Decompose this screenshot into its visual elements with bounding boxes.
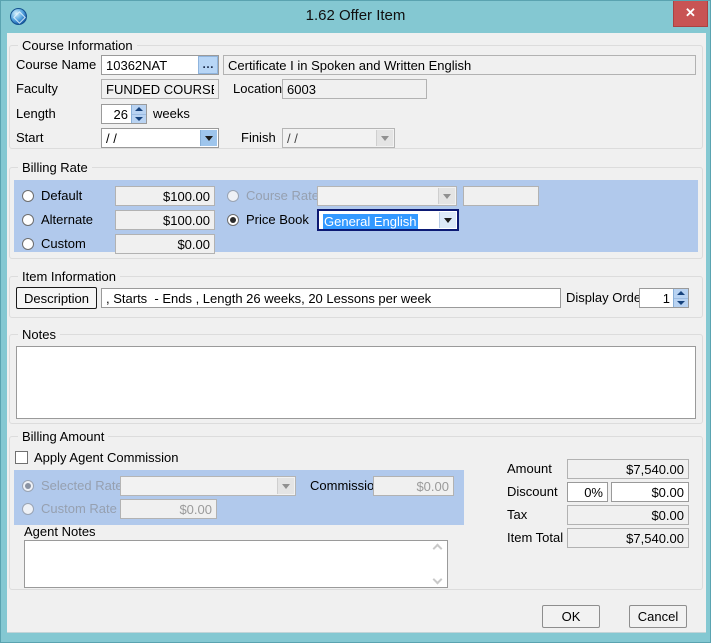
chevron-down-icon [376, 130, 393, 146]
scroll-down-icon[interactable] [433, 575, 443, 585]
billing-amount-title: Billing Amount [18, 429, 108, 444]
course-name-label: Course Name [16, 55, 96, 75]
billing-rate-panel: Default Alternate Custom Course Rates Pr… [14, 180, 698, 252]
length-input[interactable] [102, 105, 130, 123]
custom-rate-billing-radio[interactable] [22, 238, 34, 250]
finish-label: Finish [241, 128, 276, 148]
location-label: Location [233, 79, 282, 99]
custom-rate-label: Custom Rate [41, 499, 117, 519]
ok-button[interactable]: OK [542, 605, 600, 628]
offer-item-dialog: 1.62 Offer Item ✕ Course Information Cou… [0, 0, 711, 643]
length-unit-label: weeks [153, 104, 190, 124]
chevron-down-icon [277, 478, 294, 494]
description-button[interactable]: Description [16, 287, 97, 309]
price-book-combo[interactable]: General English [317, 209, 459, 231]
scroll-up-icon[interactable] [433, 544, 443, 554]
billing-amount-group: Billing Amount Apply Agent Commission Se… [9, 436, 703, 590]
billing-rate-title: Billing Rate [18, 160, 92, 175]
display-order-input[interactable] [640, 289, 672, 307]
agent-notes-textarea[interactable] [24, 540, 448, 588]
default-rate-label: Default [41, 186, 82, 206]
finish-date-value: / / [287, 131, 298, 146]
alternate-rate-radio[interactable] [22, 214, 34, 226]
discount-label: Discount [507, 482, 558, 502]
custom-rate-billing-label: Custom [41, 234, 86, 254]
course-information-group: Course Information Course Name … Faculty… [9, 45, 703, 149]
price-book-value: General English [323, 214, 418, 229]
tax-label: Tax [507, 505, 527, 525]
item-total-label: Item Total [507, 528, 563, 548]
course-browse-button[interactable]: … [198, 56, 218, 74]
item-information-group: Item Information Description Display Ord… [9, 276, 703, 318]
chevron-down-icon[interactable] [200, 130, 217, 146]
client-area: Course Information Course Name … Faculty… [7, 33, 706, 633]
amount-field [567, 459, 689, 479]
location-field [282, 79, 427, 99]
alternate-rate-label: Alternate [41, 210, 93, 230]
default-rate-radio[interactable] [22, 190, 34, 202]
length-spin-down[interactable] [132, 114, 146, 124]
alternate-rate-field [115, 210, 215, 230]
discount-percent-input[interactable] [567, 482, 608, 502]
selected-rate-radio [22, 480, 34, 492]
course-rates-combo [317, 186, 457, 206]
dialog-title: 1.62 Offer Item [1, 1, 710, 33]
price-book-label: Price Book [246, 210, 309, 230]
course-rates-radio [227, 190, 239, 202]
titlebar: 1.62 Offer Item ✕ [1, 1, 710, 33]
apply-agent-commission-label: Apply Agent Commission [34, 448, 179, 468]
selected-rate-combo [120, 476, 296, 496]
finish-date-combo: / / [282, 128, 395, 148]
length-label: Length [16, 104, 56, 124]
length-spin-up[interactable] [132, 105, 146, 114]
notes-textarea[interactable] [16, 346, 696, 419]
agent-commission-panel: Selected Rate Commission Custom Rate [14, 470, 464, 525]
display-order-spin-down[interactable] [674, 298, 688, 308]
course-title-field [223, 55, 696, 75]
price-book-radio[interactable] [227, 214, 239, 226]
apply-agent-commission-checkbox[interactable] [15, 451, 28, 464]
display-order-spin-up[interactable] [674, 289, 688, 298]
display-order-spinner[interactable] [639, 288, 689, 308]
tax-field [567, 505, 689, 525]
commission-label: Commission [310, 476, 382, 496]
notes-group: Notes [9, 334, 703, 424]
cancel-button[interactable]: Cancel [629, 605, 687, 628]
agent-notes-scrollbar[interactable] [430, 541, 446, 587]
billing-rate-group: Billing Rate Default Alternate Custom Co… [9, 167, 703, 259]
course-rates-extra-field [463, 186, 539, 206]
item-total-field [567, 528, 689, 548]
notes-title: Notes [18, 327, 60, 342]
default-rate-field [115, 186, 215, 206]
commission-field [373, 476, 454, 496]
chevron-down-icon[interactable] [439, 212, 456, 228]
start-label: Start [16, 128, 43, 148]
start-date-combo[interactable]: / / [101, 128, 219, 148]
selected-rate-label: Selected Rate [41, 476, 123, 496]
ellipsis-icon: … [202, 57, 214, 71]
start-date-value: / / [106, 131, 117, 146]
chevron-down-icon [438, 188, 455, 204]
length-spinner[interactable] [101, 104, 147, 124]
agent-notes-label: Agent Notes [24, 522, 96, 542]
faculty-field [101, 79, 219, 99]
display-order-label: Display Order [566, 288, 645, 308]
close-icon: ✕ [685, 5, 696, 20]
description-input[interactable] [101, 288, 561, 308]
custom-rate-radio [22, 503, 34, 515]
item-information-title: Item Information [18, 269, 120, 284]
custom-rate-field [120, 499, 217, 519]
course-information-title: Course Information [18, 38, 137, 53]
custom-rate-billing-field [115, 234, 215, 254]
course-rates-label: Course Rates [246, 186, 325, 206]
amount-label: Amount [507, 459, 552, 479]
discount-amount-input[interactable] [611, 482, 689, 502]
close-button[interactable]: ✕ [673, 1, 708, 27]
faculty-label: Faculty [16, 79, 58, 99]
